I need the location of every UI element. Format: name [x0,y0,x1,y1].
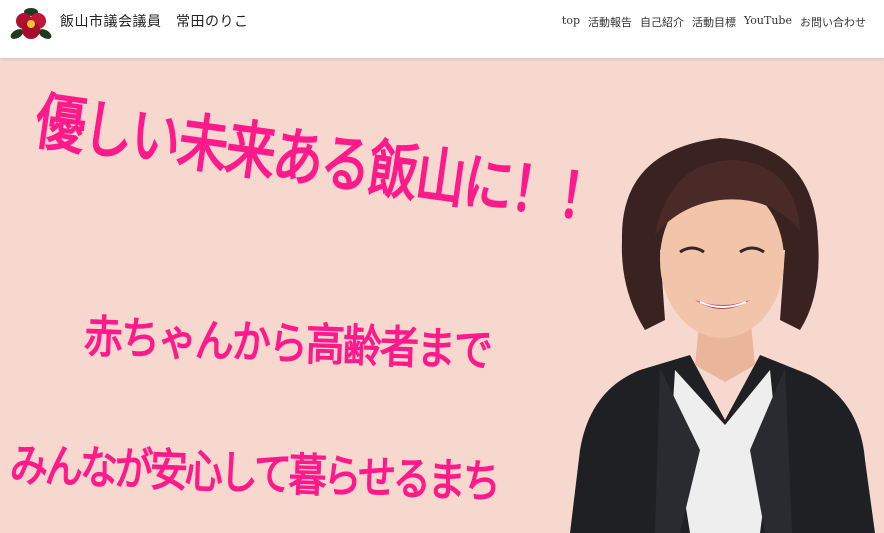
nav-activity-goals[interactable]: 活動目標 [692,14,736,30]
hero-banner: 優しい未来ある飯山に！！ 赤ちゃんから高齢者まで みんなが安心して暮らせるまち [0,58,884,533]
nav-youtube[interactable]: YouTube [744,14,792,30]
main-nav: top 活動報告 自己紹介 活動目標 YouTube お問い合わせ [562,14,866,30]
candidate-portrait [570,138,875,533]
nav-activity-report[interactable]: 活動報告 [588,14,632,30]
slogan-line-1: 優しい未来ある飯山に！！ [30,85,612,238]
site-header: 飯山市議会議員 常田のりこ top 活動報告 自己紹介 活動目標 YouTube… [0,0,884,58]
slogan-line-2: 赤ちゃんから高齢者まで [83,311,492,378]
slogan-line-3: みんなが安心して暮らせるまち [9,438,499,509]
camellia-logo-icon[interactable] [9,4,53,44]
nav-contact[interactable]: お問い合わせ [800,14,866,30]
nav-self-introduction[interactable]: 自己紹介 [640,14,684,30]
site-title[interactable]: 飯山市議会議員 常田のりこ [60,11,249,31]
nav-top[interactable]: top [562,14,580,30]
